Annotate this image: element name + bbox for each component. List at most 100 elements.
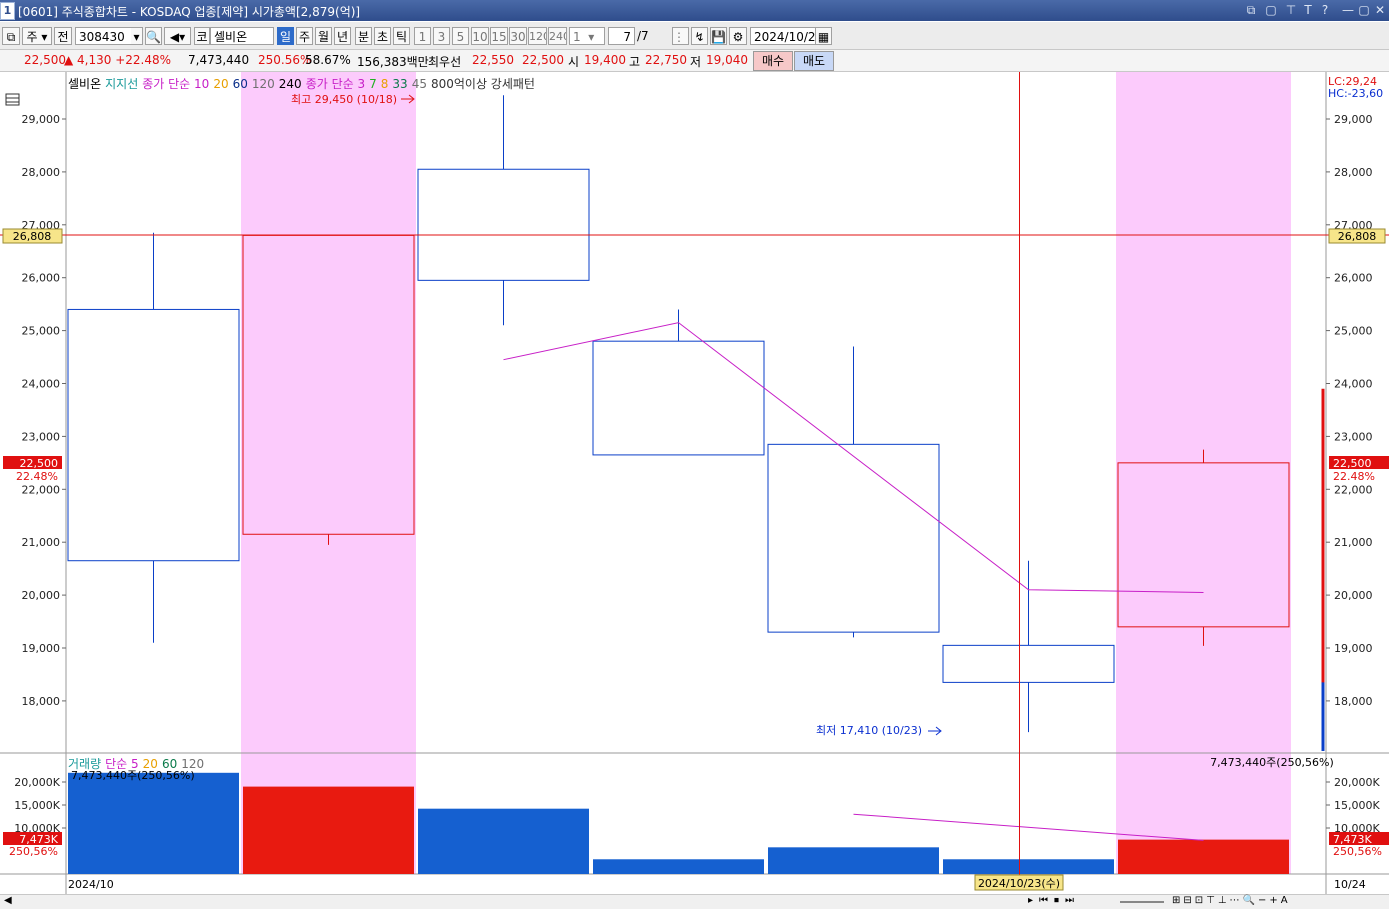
count-value: 1 (573, 30, 581, 44)
interval-3[interactable]: 3 (433, 27, 450, 45)
mode-value: 주 (26, 30, 38, 44)
period-week[interactable]: 주 (296, 27, 313, 45)
volume-value-right: 7,473,440주(250,56%) (1210, 756, 1334, 769)
legend-item[interactable]: 셀비온 (68, 77, 101, 91)
interval-10[interactable]: 10 (471, 27, 489, 45)
interval-5[interactable]: 5 (452, 27, 469, 45)
low-annotation: 최저 17,410 (10/23) (816, 724, 922, 737)
scroll-left-icon[interactable]: ◀ (4, 895, 12, 906)
candle-body (417, 168, 590, 281)
sell-button[interactable]: 매도 (794, 51, 834, 71)
stock-name-field[interactable]: 셀비온 (210, 27, 274, 45)
count-select[interactable]: 1 ▾ (569, 27, 605, 45)
mode-select[interactable]: 주 ▾ (22, 27, 52, 45)
restore-icon[interactable]: ▢ (1263, 2, 1279, 18)
volume-legend-item[interactable]: 120 (181, 757, 204, 771)
period-tick[interactable]: 틱 (393, 27, 410, 45)
volume-legend-item[interactable]: 거래량 (68, 757, 101, 771)
candle-body (592, 340, 765, 456)
calendar-icon[interactable]: ▦ (815, 27, 832, 45)
volume-bar (768, 847, 939, 874)
tool-icons[interactable]: ⊞⊟⊡⊤⊥⋯🔍−+A (1172, 895, 1291, 906)
price-tick-label: 21,000 (1334, 536, 1373, 549)
price-tick-label: 22,000 (1334, 483, 1373, 496)
x-start-label: 2024/10 (68, 878, 114, 891)
price-tick-label: 24,000 (22, 378, 61, 391)
interval-30[interactable]: 30 (509, 27, 527, 45)
x-cursor-label: 2024/10/23(수) (978, 877, 1060, 890)
period-year[interactable]: 년 (334, 27, 351, 45)
date-input[interactable]: 2024/10/24 (750, 27, 816, 45)
price-tick-label: 19,000 (1334, 642, 1373, 655)
legend-item[interactable]: 240 (279, 77, 302, 91)
price-tick-label: 29,000 (22, 113, 61, 126)
period-month[interactable]: 월 (315, 27, 332, 45)
tile-icon[interactable]: ⧉ (1243, 2, 1259, 18)
interval-1[interactable]: 1 (414, 27, 431, 45)
legend-item[interactable]: 8 (381, 77, 389, 91)
period-second[interactable]: 초 (374, 27, 391, 45)
minimize-icon[interactable]: — (1340, 2, 1356, 18)
page-input[interactable]: 7 (608, 27, 635, 45)
title-bar: 1 [0601] 주식종합차트 - KOSDAQ 업종[제약] 시가총액[2,8… (0, 0, 1389, 21)
legend-item[interactable]: 종가 단순 3 (306, 77, 365, 91)
legend-item[interactable]: 지지선 (105, 77, 138, 91)
volume-bar (418, 808, 589, 874)
playback-controls[interactable]: ▸⏮⏹⏭ (1028, 895, 1080, 906)
legend-item[interactable]: 800억이상 강세패턴 (431, 77, 535, 91)
price-tick-label: 23,000 (1334, 430, 1373, 443)
open-label: 시 (568, 55, 580, 69)
layout-icon[interactable]: ⧉ (2, 27, 20, 45)
candle-body (242, 234, 415, 535)
price-chart[interactable]: 18,000 18,000 19,000 19,000 20,000 20,000 21,0… (0, 72, 1389, 908)
market-button[interactable]: 코 (194, 27, 210, 45)
volume-legend-item[interactable]: 60 (162, 757, 177, 771)
x-end-label: 10/24 (1334, 878, 1366, 891)
open-price: 19,400 (584, 53, 626, 67)
pin-icon[interactable]: ⊤ (1283, 2, 1299, 18)
chart-scrollbar[interactable]: ◀ ▸⏮⏹⏭ ⊞⊟⊡⊤⊥⋯🔍−+A (0, 894, 1389, 909)
close-icon[interactable]: ✕ (1372, 2, 1388, 18)
grid-toggle-icon[interactable] (5, 93, 20, 106)
volume-value: 7,473,440 (188, 53, 250, 67)
legend-item[interactable]: 60 (233, 77, 248, 91)
legend-item[interactable]: 20 (213, 77, 228, 91)
volume-tick-label: 20,000K (14, 776, 60, 789)
interval-15[interactable]: 15 (490, 27, 508, 45)
period-day[interactable]: 일 (277, 27, 294, 45)
legend-item[interactable]: 120 (252, 77, 275, 91)
volume-legend-item[interactable]: 20 (143, 757, 158, 771)
buy-button[interactable]: 매수 (753, 51, 793, 71)
volume-tick-label: 15,000K (14, 799, 60, 812)
legend-item[interactable]: 7 (369, 77, 377, 91)
turnover-rate: 58.67% (305, 53, 351, 67)
price-tick-label: 28,000 (1334, 166, 1373, 179)
hc-label: HC:-23,60 (1328, 87, 1383, 100)
high-annotation: 최고 29,450 (10/18) (291, 93, 397, 106)
save-icon[interactable]: 💾 (710, 27, 727, 45)
speaker-icon[interactable]: ◀▾ (164, 27, 191, 45)
zoom-slider[interactable] (1120, 901, 1164, 903)
compare-icon[interactable]: ⋮⋮ (672, 27, 689, 45)
ask-label: 최우선 (428, 55, 462, 69)
price-tick-label: 23,000 (22, 430, 61, 443)
price-tick-label: 26,000 (1334, 272, 1373, 285)
interval-120[interactable]: 120 (528, 27, 547, 45)
font-icon[interactable]: T (1300, 2, 1316, 18)
search-icon[interactable]: 🔍 (145, 27, 162, 45)
price-tick-label: 28,000 (22, 166, 61, 179)
price-tick-label: 29,000 (1334, 113, 1373, 126)
help-icon[interactable]: ? (1317, 2, 1333, 18)
volume-legend-item[interactable]: 단순 5 (105, 757, 139, 771)
candle-body (67, 308, 240, 562)
period-minute[interactable]: 분 (355, 27, 372, 45)
legend-item[interactable]: 33 (392, 77, 407, 91)
code-dropdown-icon[interactable]: ▾ (131, 27, 143, 45)
scope-button[interactable]: 전 (54, 27, 72, 45)
maximize-icon[interactable]: ▢ (1356, 2, 1372, 18)
draw-icon[interactable]: ↯ (691, 27, 708, 45)
interval-240[interactable]: 240 (548, 27, 567, 45)
gear-icon[interactable]: ⚙ (729, 27, 747, 45)
legend-item[interactable]: 종가 단순 10 (142, 77, 209, 91)
legend-item[interactable]: 45 (412, 77, 427, 91)
